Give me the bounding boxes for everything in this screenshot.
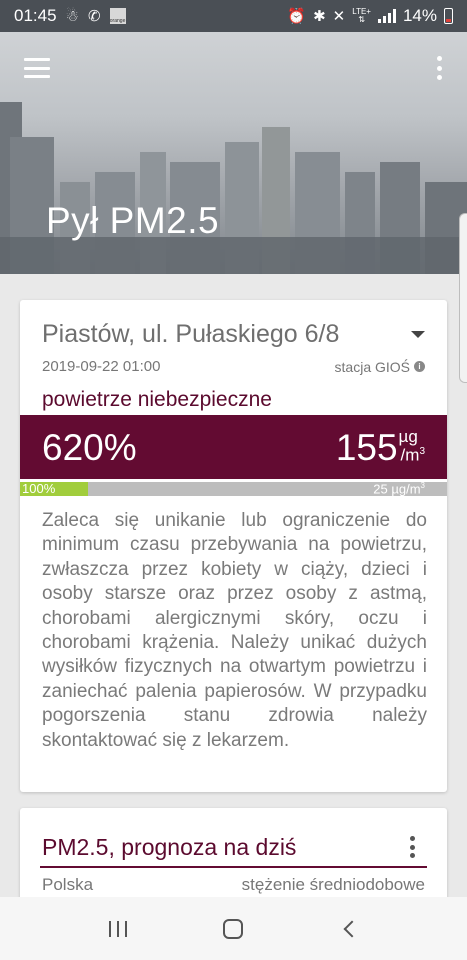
info-icon[interactable]: i [414,361,425,372]
divider [40,866,427,868]
forecast-subheader: Polska stężenie średniodobowe [42,875,425,895]
forecast-metric: stężenie średniodobowe [241,875,425,894]
station-source[interactable]: stacja GIOŚ i [335,359,425,375]
norm-value: 25 µg/m3 [373,481,425,497]
forecast-title: PM2.5, prognoza na dziś [42,834,297,860]
status-bar: 01:45 ☃ ✆ orange ⏰ ✱ ✕ LTE+ ⇅ 14% [0,0,467,32]
station-source-label: stacja GIOŚ [334,358,410,375]
forecast-region: Polska [42,875,94,894]
system-navigation-bar [0,897,467,960]
norm-progress-bar: 100% 25 µg/m3 [20,481,447,497]
bluetooth-icon: ✱ [313,8,326,25]
status-time: 01:45 [14,6,57,25]
air-quality-label: powietrze niebezpieczne [42,388,272,411]
health-advice: Zaleca się unikanie lub ograniczenie do … [42,510,427,751]
more-options-icon[interactable] [435,56,443,80]
norm-progress-label: 100% [22,481,56,496]
station-card: Piastów, ul. Pułaskiego 6/8 2019-09-22 0… [20,300,447,792]
pollution-level-band: 620% 155 µg /m3 [20,415,447,479]
concentration-value: 155 [335,427,398,468]
caret-down-icon[interactable] [411,331,425,338]
mute-icon: ✕ [332,8,346,25]
phone-icon: ✆ [88,8,101,25]
unit-numerator: µg [398,427,418,446]
home-icon [223,918,244,939]
percent-of-norm: 620% [42,427,137,468]
home-button[interactable] [213,909,253,949]
unit-denominator: /m3 [400,445,425,465]
header-hero: Pył PM2.5 [0,32,467,274]
network-type: LTE+ ⇅ [352,7,371,24]
back-icon [343,920,361,937]
measurement-meta: 2019-09-22 01:00 stacja GIOŚ i [42,358,425,375]
signal-icon [377,9,396,23]
menu-icon[interactable] [24,58,50,78]
station-name: Piastów, ul. Pułaskiego 6/8 [42,320,340,348]
battery-percent: 14% [402,6,437,25]
notification-app-icon: ☃ [65,8,79,25]
forecast-card: PM2.5, prognoza na dziś Polska stężenie … [20,808,447,908]
edge-panel-handle[interactable] [459,213,467,383]
more-options-icon[interactable] [409,836,415,858]
alarm-icon: ⏰ [287,8,307,25]
concentration: 155 µg /m3 [336,427,425,469]
station-selector[interactable]: Piastów, ul. Pułaskiego 6/8 [42,320,425,349]
battery-icon [444,8,453,24]
recent-apps-icon[interactable] [98,909,138,949]
page-title: Pył PM2.5 [46,200,220,241]
back-button[interactable] [329,909,369,949]
carrier-icon: orange [109,8,126,24]
measurement-datetime: 2019-09-22 01:00 [42,358,161,375]
concentration-unit: µg /m3 [398,427,425,465]
